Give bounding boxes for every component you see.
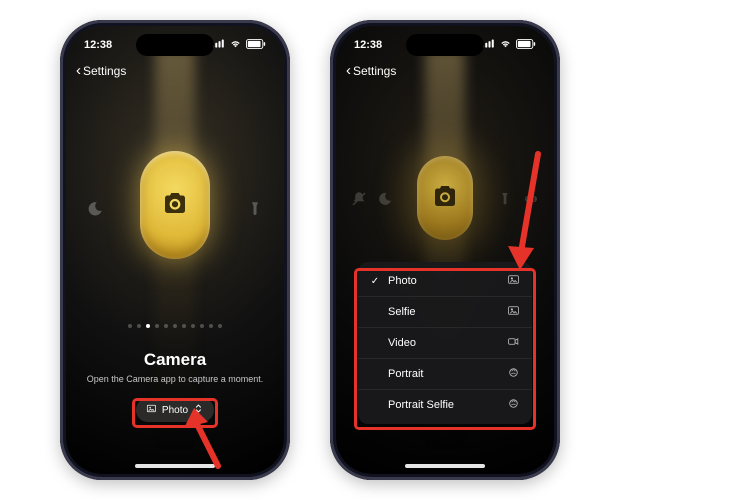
do-not-disturb-icon[interactable] (372, 186, 398, 212)
menu-item-portrait[interactable]: Portrait (358, 358, 532, 389)
photo-icon (146, 403, 157, 417)
back-label[interactable]: Settings (83, 64, 126, 78)
camera-icon (160, 188, 190, 223)
wifi-icon (229, 39, 242, 51)
action-button-camera-pill (417, 156, 473, 240)
portrait-icon (507, 397, 520, 413)
dynamic-island (406, 34, 484, 56)
menu-item-photo[interactable]: ✓ Photo (358, 266, 532, 296)
photo-icon (507, 273, 520, 289)
mode-picker-label: Photo (162, 405, 188, 416)
mode-picker-button[interactable]: Photo (136, 398, 214, 422)
back-chevron-icon[interactable]: ‹ (76, 62, 81, 79)
battery-icon (516, 39, 536, 52)
menu-item-label: Photo (388, 275, 417, 287)
wifi-icon (499, 39, 512, 51)
screen: 12:38 ‹ Settings (336, 26, 554, 474)
portrait-icon (507, 366, 520, 382)
menu-item-portrait-selfie[interactable]: Portrait Selfie (358, 389, 532, 420)
action-button-camera-pill (140, 151, 210, 259)
phone-frame-right: 12:38 ‹ Settings (330, 20, 560, 480)
menu-item-video[interactable]: Video (358, 327, 532, 358)
feature-caption: Camera Open the Camera app to capture a … (66, 350, 284, 384)
back-label[interactable]: Settings (353, 64, 396, 78)
nav-bar: ‹ Settings (336, 62, 554, 79)
silent-mode-icon[interactable] (346, 186, 372, 212)
do-not-disturb-icon[interactable] (82, 196, 108, 222)
camera-icon (430, 181, 460, 216)
photo-icon (507, 304, 520, 320)
voice-memo-icon[interactable] (518, 186, 544, 212)
phone-frame-left: 12:38 ‹ Settings (60, 20, 290, 480)
nav-bar: ‹ Settings (66, 62, 284, 79)
status-time: 12:38 (354, 39, 382, 51)
video-icon (507, 335, 520, 351)
feature-title: Camera (66, 350, 284, 370)
feature-description: Open the Camera app to capture a moment. (66, 374, 284, 384)
checkmark-icon: ✓ (370, 276, 380, 287)
menu-item-selfie[interactable]: Selfie (358, 296, 532, 327)
back-chevron-icon[interactable]: ‹ (346, 62, 351, 79)
menu-item-label: Selfie (388, 306, 416, 318)
battery-icon (246, 39, 266, 52)
menu-item-label: Video (388, 337, 416, 349)
home-indicator (135, 464, 215, 468)
screen: 12:38 ‹ Settings (66, 26, 284, 474)
status-time: 12:38 (84, 39, 112, 51)
home-indicator (405, 464, 485, 468)
menu-item-label: Portrait Selfie (388, 399, 454, 411)
mode-picker-menu: ✓ Photo Selfie Video Portrait Portrait Se… (358, 262, 532, 424)
dynamic-island (136, 34, 214, 56)
flashlight-icon[interactable] (242, 196, 268, 222)
page-indicator (66, 324, 284, 328)
updown-icon (193, 403, 204, 417)
menu-item-label: Portrait (388, 368, 423, 380)
flashlight-icon[interactable] (492, 186, 518, 212)
